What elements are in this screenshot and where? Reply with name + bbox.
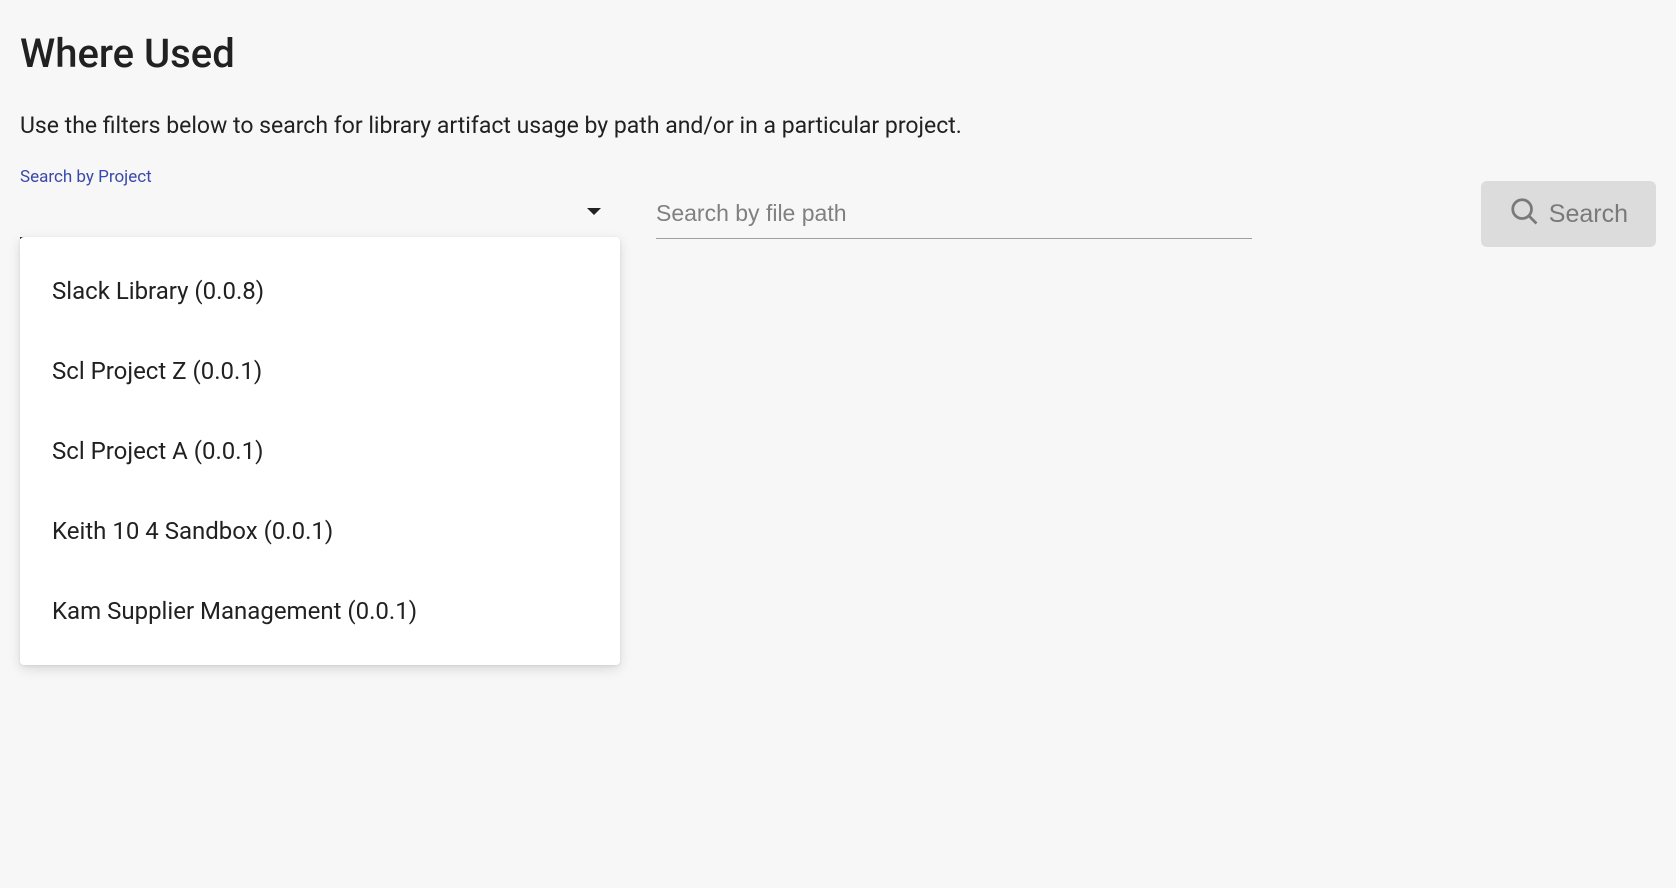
project-option[interactable]: Scl Project Z (0.0.1) <box>20 331 620 411</box>
project-option[interactable]: Scl Project A (0.0.1) <box>20 411 620 491</box>
search-button-label: Search <box>1549 200 1628 229</box>
project-select[interactable] <box>20 189 616 239</box>
project-option[interactable]: Keith 10 4 Sandbox (0.0.1) <box>20 491 620 571</box>
project-select-label: Search by Project <box>20 167 616 187</box>
project-option[interactable]: Kam Supplier Management (0.0.1) <box>20 571 620 651</box>
filepath-input-container <box>656 189 1252 239</box>
project-option[interactable]: Slack Library (0.0.8) <box>20 251 620 331</box>
search-icon <box>1509 196 1539 233</box>
search-button[interactable]: Search <box>1481 181 1656 247</box>
project-dropdown-panel: Slack Library (0.0.8) Scl Project Z (0.0… <box>20 237 620 665</box>
filepath-input[interactable] <box>656 189 1252 239</box>
page-title: Where Used <box>20 30 1656 77</box>
filters-row: Search by Project Slack Library (0.0.8) … <box>20 167 1656 239</box>
project-select-container: Search by Project Slack Library (0.0.8) … <box>20 167 616 239</box>
page-description: Use the filters below to search for libr… <box>20 112 1656 139</box>
